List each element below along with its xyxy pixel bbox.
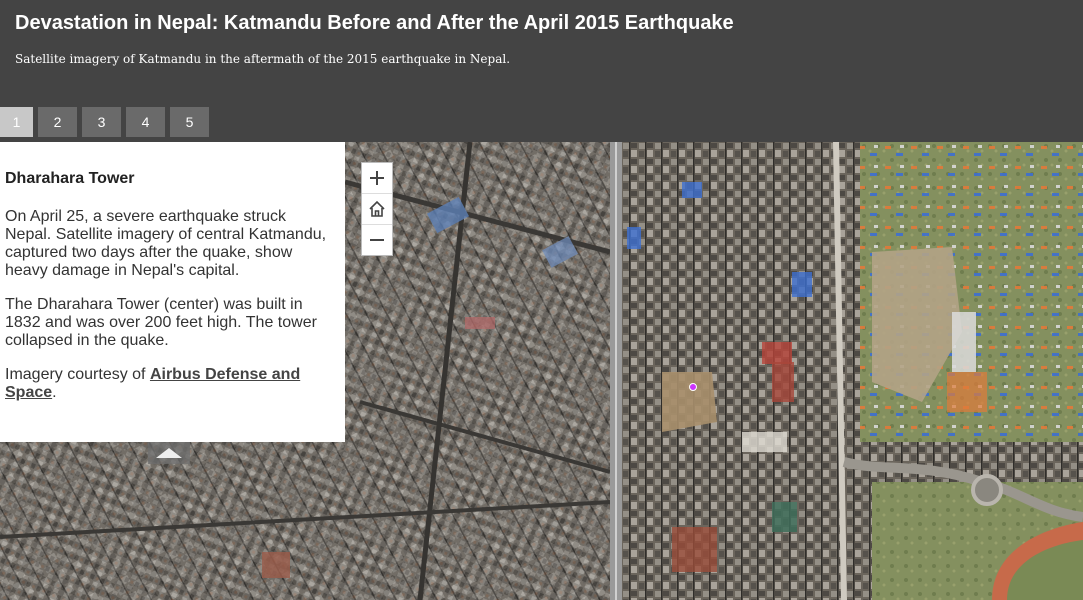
tab-5[interactable]: 5 xyxy=(170,107,209,137)
story-tabs: 1 2 3 4 5 xyxy=(0,107,214,137)
page-subtitle: Satellite imagery of Katmandu in the aft… xyxy=(15,52,511,66)
side-panel: Dharahara Tower On April 25, a severe ea… xyxy=(0,142,345,442)
tab-2[interactable]: 2 xyxy=(38,107,77,137)
zoom-out-button[interactable] xyxy=(362,224,392,255)
plus-icon xyxy=(370,171,384,185)
home-icon xyxy=(369,200,385,217)
page-title: Devastation in Nepal: Katmandu Before an… xyxy=(15,12,734,34)
home-button[interactable] xyxy=(362,193,392,224)
map-after[interactable] xyxy=(622,142,1083,600)
credit-prefix: Imagery courtesy of xyxy=(5,366,150,383)
panel-paragraph-1: On April 25, a severe earthquake struck … xyxy=(5,208,327,279)
tab-3[interactable]: 3 xyxy=(82,107,121,137)
tab-4[interactable]: 4 xyxy=(126,107,165,137)
location-dot-icon[interactable] xyxy=(689,383,697,391)
swipe-divider[interactable] xyxy=(610,142,622,600)
satellite-imagery-after xyxy=(622,142,1083,600)
credit-suffix: . xyxy=(52,384,57,401)
tab-1[interactable]: 1 xyxy=(0,107,33,137)
chevron-up-icon xyxy=(156,448,182,458)
swipe-divider-line xyxy=(615,142,617,600)
panel-paragraph-3: Imagery courtesy of Airbus Defense and S… xyxy=(5,366,335,402)
header-bar: Devastation in Nepal: Katmandu Before an… xyxy=(0,0,1083,142)
panel-heading: Dharahara Tower xyxy=(5,170,135,187)
collapse-panel-button[interactable] xyxy=(148,442,190,464)
zoom-in-button[interactable] xyxy=(362,163,392,193)
minus-icon xyxy=(370,239,384,241)
zoom-control xyxy=(361,162,393,256)
panel-paragraph-2: The Dharahara Tower (center) was built i… xyxy=(5,296,317,349)
